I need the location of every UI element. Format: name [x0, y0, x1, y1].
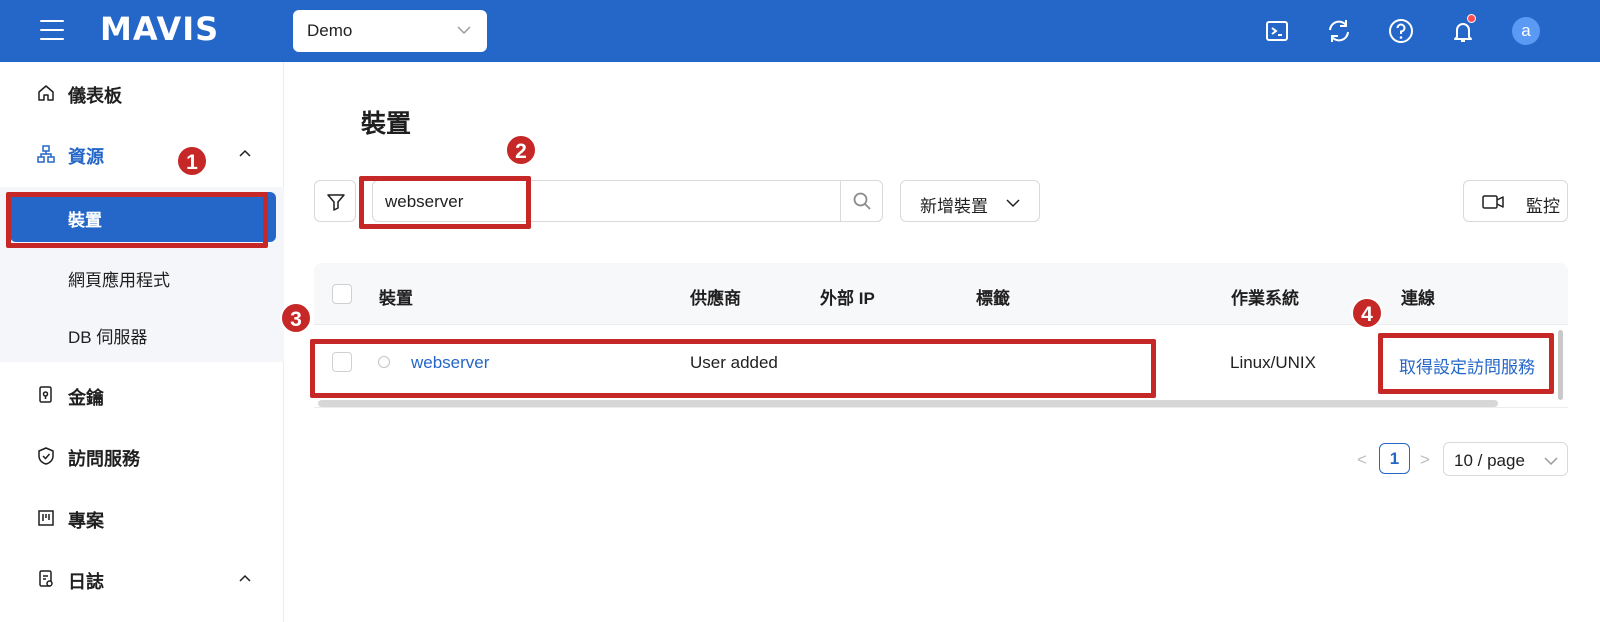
app-logo[interactable]: MAVIS	[100, 10, 219, 48]
annotation-badge-2: 2	[505, 134, 537, 166]
annotation-box-1	[6, 192, 268, 248]
sidebar-subitem-db-servers[interactable]: DB 伺服器	[0, 311, 284, 355]
sidebar-subitem-label: DB 伺服器	[68, 328, 148, 347]
environment-select[interactable]: Demo	[293, 10, 487, 52]
sitemap-icon	[37, 145, 55, 163]
filter-button[interactable]	[314, 180, 356, 222]
bell-icon[interactable]	[1449, 14, 1477, 45]
sidebar-item-label: 金鑰	[68, 388, 104, 408]
sidebar-item-logs[interactable]: 日誌	[0, 557, 284, 601]
sidebar-subitem-label: 網頁應用程式	[68, 271, 170, 290]
annotation-box-3	[310, 339, 1156, 398]
add-device-button[interactable]: 新增裝置	[900, 180, 1040, 222]
page-title: 裝置	[361, 110, 412, 138]
annotation-box-2	[359, 176, 531, 229]
sidebar-item-label: 資源	[68, 147, 104, 167]
annotation-badge-1: 1	[176, 145, 208, 177]
column-header-vendor[interactable]: 供應商	[690, 284, 741, 309]
column-header-device[interactable]: 裝置	[379, 284, 413, 309]
sidebar-item-label: 訪問服務	[68, 449, 140, 469]
sidebar-item-label: 專案	[68, 511, 104, 531]
column-header-external-ip[interactable]: 外部 IP	[820, 284, 875, 309]
video-camera-icon	[1482, 195, 1504, 209]
sidebar-item-access-services[interactable]: 訪問服務	[0, 434, 284, 478]
top-header-bar: MAVIS Demo a	[0, 0, 1600, 62]
refresh-icon[interactable]	[1325, 17, 1353, 45]
chevron-down-icon	[1544, 457, 1558, 466]
monitor-button[interactable]: 監控	[1463, 180, 1568, 222]
sidebar-item-label: 儀表板	[68, 86, 122, 106]
terminal-icon[interactable]	[1263, 17, 1291, 45]
annotation-badge-3: 3	[280, 302, 312, 334]
search-button[interactable]	[840, 181, 882, 221]
user-avatar[interactable]: a	[1512, 17, 1540, 45]
page-size-value: 10 / page	[1454, 451, 1525, 470]
annotation-box-4	[1378, 333, 1554, 394]
home-icon	[38, 85, 54, 101]
shield-check-icon	[38, 447, 54, 465]
chevron-up-icon	[239, 149, 251, 157]
select-all-checkbox[interactable]	[332, 284, 352, 304]
monitor-button-label: 監控	[1526, 197, 1560, 216]
add-device-button-label: 新增裝置	[920, 197, 988, 216]
sidebar: 儀表板 資源 裝置 網頁應用程式 DB 伺服器 金鑰 訪問服務 專案 日誌	[0, 62, 284, 622]
column-header-tags[interactable]: 標籤	[976, 284, 1010, 309]
log-icon	[39, 570, 53, 587]
key-icon	[39, 386, 52, 403]
sidebar-item-label: 日誌	[68, 572, 104, 592]
column-header-connection[interactable]: 連線	[1401, 284, 1435, 309]
notification-dot	[1467, 14, 1476, 23]
sidebar-item-resources[interactable]: 資源	[0, 132, 284, 176]
pagination-page-1[interactable]: 1	[1379, 443, 1410, 474]
help-icon[interactable]	[1387, 17, 1415, 45]
pagination-next[interactable]: >	[1420, 450, 1430, 470]
vertical-scrollbar[interactable]	[1558, 330, 1563, 400]
project-icon	[38, 510, 54, 526]
chevron-up-icon	[239, 574, 251, 582]
pagination-prev[interactable]: <	[1357, 450, 1367, 470]
hamburger-menu-icon[interactable]	[40, 20, 64, 40]
horizontal-scrollbar[interactable]	[318, 400, 1498, 407]
sidebar-item-dashboard[interactable]: 儀表板	[0, 71, 284, 115]
annotation-badge-4: 4	[1351, 297, 1383, 329]
sidebar-item-keys[interactable]: 金鑰	[0, 373, 284, 417]
chevron-down-icon	[1006, 199, 1020, 208]
chevron-down-icon	[457, 26, 471, 35]
sidebar-item-projects[interactable]: 專案	[0, 496, 284, 540]
page-size-select[interactable]: 10 / page	[1443, 442, 1568, 476]
column-header-os[interactable]: 作業系統	[1231, 284, 1299, 309]
environment-select-value: Demo	[307, 21, 353, 40]
search-icon	[853, 192, 871, 210]
sidebar-subitem-web-apps[interactable]: 網頁應用程式	[0, 254, 284, 298]
os-cell: Linux/UNIX	[1230, 353, 1316, 372]
filter-icon	[327, 194, 345, 211]
